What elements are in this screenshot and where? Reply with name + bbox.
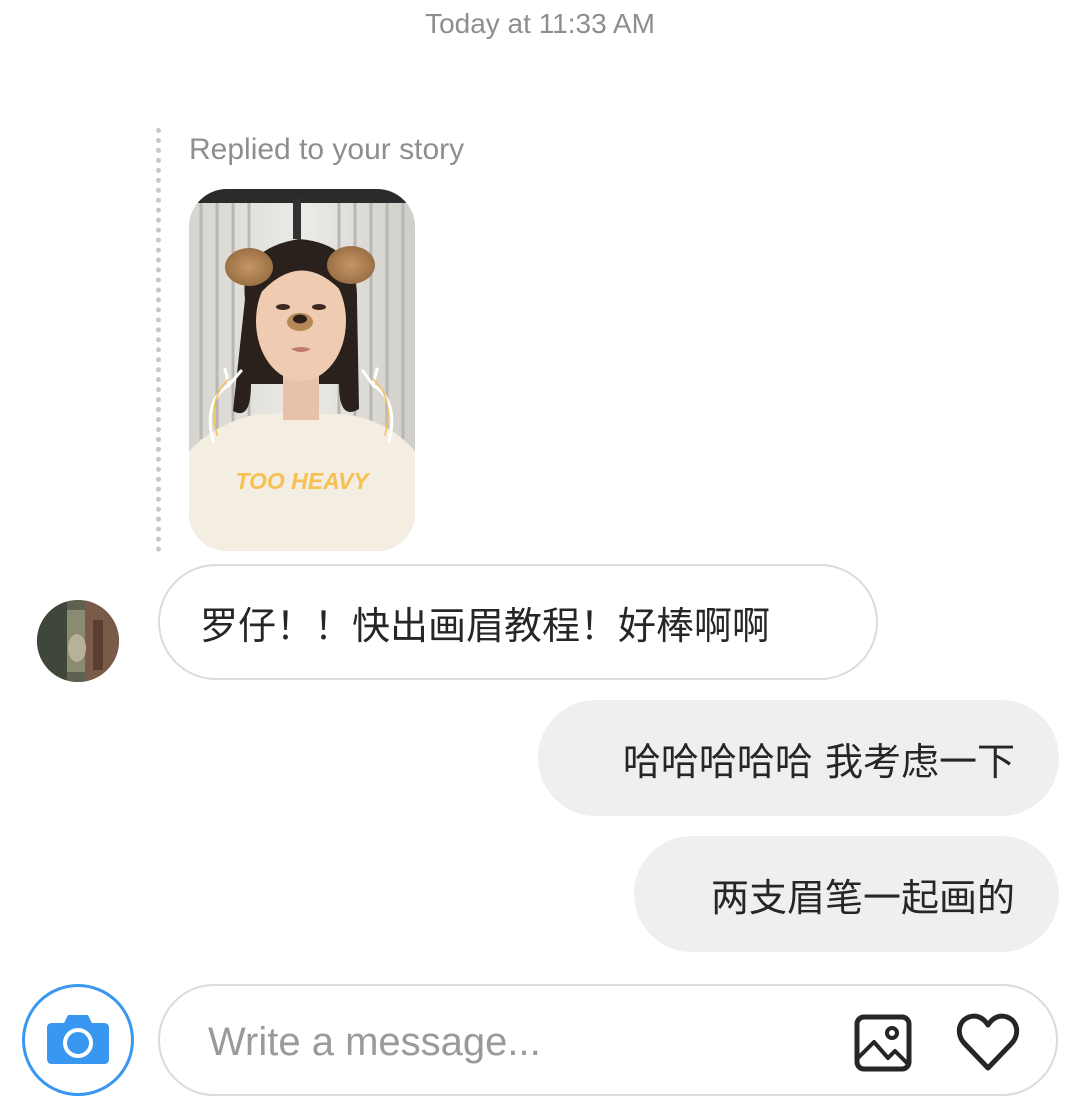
outgoing-message[interactable]: 哈哈哈哈哈 我考虑一下 bbox=[538, 700, 1059, 816]
camera-icon bbox=[47, 1015, 109, 1064]
story-thumbnail-image: TOO HEAVY bbox=[189, 189, 415, 551]
story-reply-divider bbox=[156, 128, 161, 552]
incoming-message-text: 罗仔！！快出画眉教程！好棒啊啊 bbox=[200, 603, 771, 648]
avatar-image bbox=[37, 600, 119, 682]
story-sticker-text: TOO HEAVY bbox=[235, 468, 371, 494]
like-button[interactable] bbox=[956, 1013, 1020, 1073]
incoming-message[interactable]: 罗仔！！快出画眉教程！好棒啊啊 bbox=[158, 564, 878, 680]
gallery-icon bbox=[854, 1014, 912, 1072]
heart-icon bbox=[956, 1013, 1020, 1071]
story-reply-label: Replied to your story bbox=[189, 133, 465, 166]
message-input[interactable] bbox=[208, 1012, 808, 1072]
outgoing-message[interactable]: 两支眉笔一起画的 bbox=[634, 836, 1059, 952]
thread-timestamp: Today at 11:33 AM bbox=[425, 8, 655, 39]
outgoing-message-text: 哈哈哈哈哈 我考虑一下 bbox=[622, 739, 1015, 784]
camera-button[interactable] bbox=[22, 984, 134, 1096]
gallery-button[interactable] bbox=[854, 1014, 912, 1072]
story-thumbnail[interactable]: TOO HEAVY bbox=[189, 189, 415, 551]
outgoing-message-text: 两支眉笔一起画的 bbox=[710, 875, 1015, 920]
sender-avatar[interactable] bbox=[37, 600, 119, 682]
message-composer bbox=[158, 984, 1058, 1096]
